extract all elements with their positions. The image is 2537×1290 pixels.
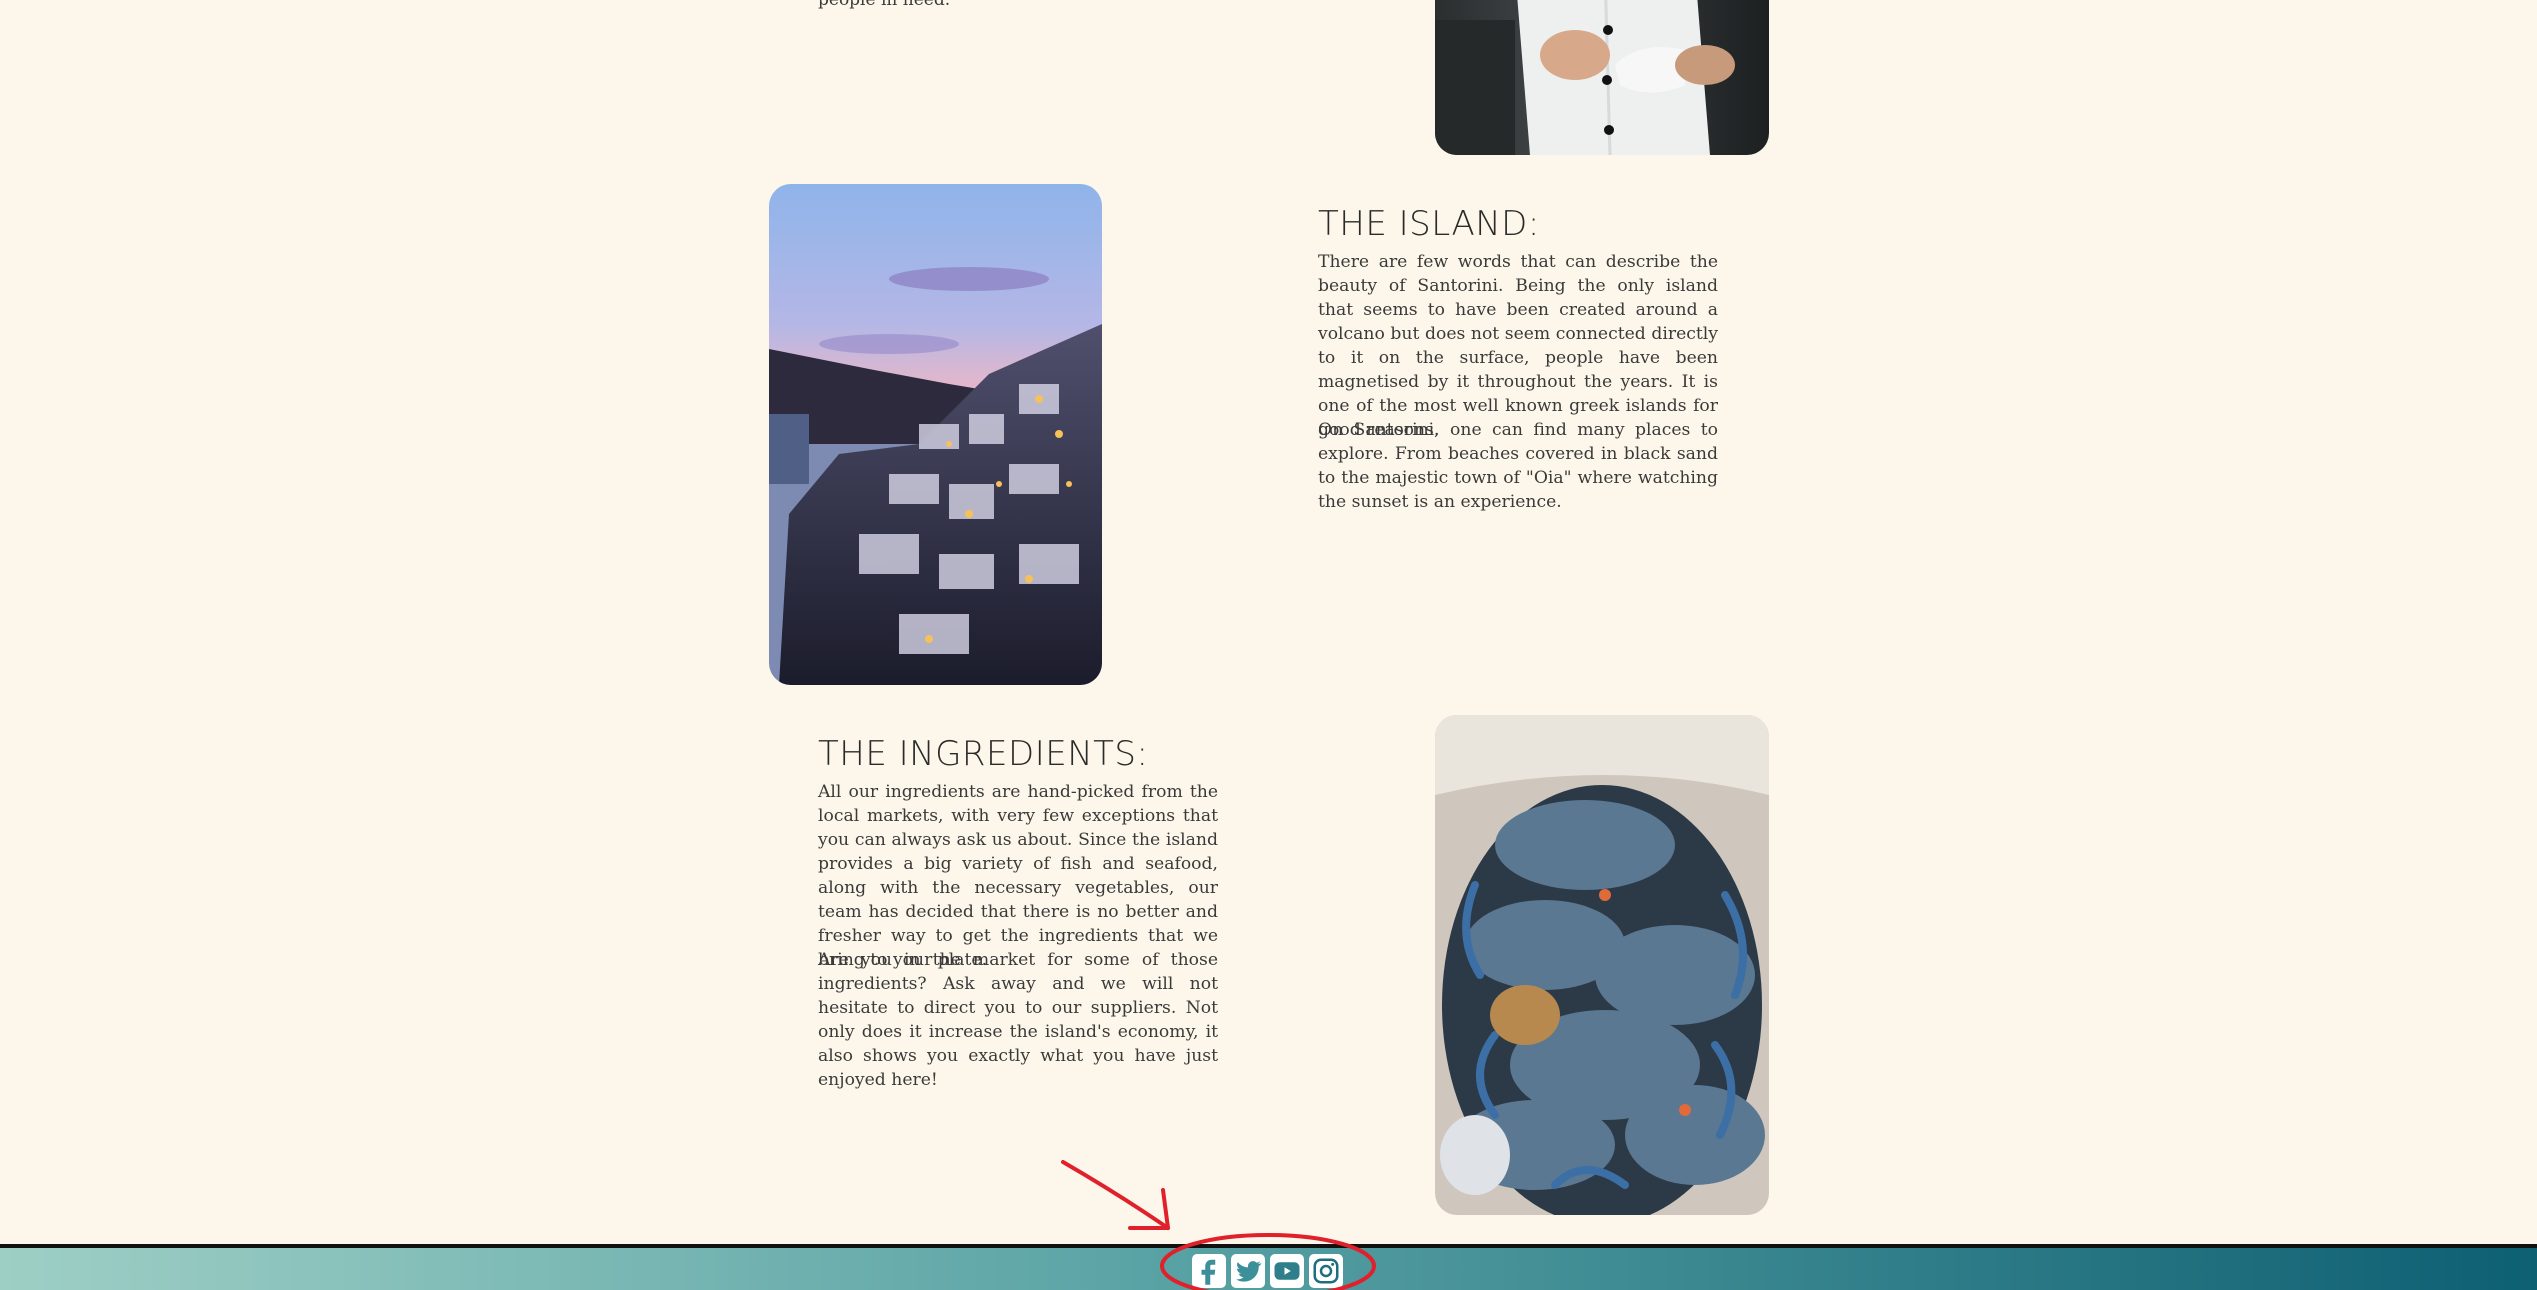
island-heading: THE ISLAND: [1318, 204, 1540, 244]
annotation-overlay [1061, 1160, 1376, 1290]
crabs-image [1435, 715, 1769, 1215]
santorini-image [769, 184, 1102, 685]
chef-image [1435, 0, 1769, 155]
annotation-arrowhead-icon [1128, 1188, 1170, 1230]
instagram-icon[interactable] [1309, 1254, 1343, 1288]
twitter-icon[interactable] [1231, 1254, 1265, 1288]
ingredients-heading: THE INGREDIENTS: [818, 734, 1149, 774]
ingredients-paragraph-1: All our ingredients are hand-picked from… [818, 782, 1218, 970]
youtube-icon[interactable] [1270, 1254, 1304, 1288]
ingredients-paragraph-2: Are you in the market for some of those … [818, 950, 1218, 1090]
island-paragraph-1: There are few words that can describe th… [1318, 252, 1718, 440]
facebook-icon[interactable] [1192, 1254, 1226, 1288]
annotation-arrow-icon [1061, 1160, 1170, 1230]
footer [0, 1244, 2537, 1290]
top-text-fragment: people in need. [818, 0, 951, 10]
island-paragraph-2: On Santorini, one can find many places t… [1318, 420, 1718, 512]
